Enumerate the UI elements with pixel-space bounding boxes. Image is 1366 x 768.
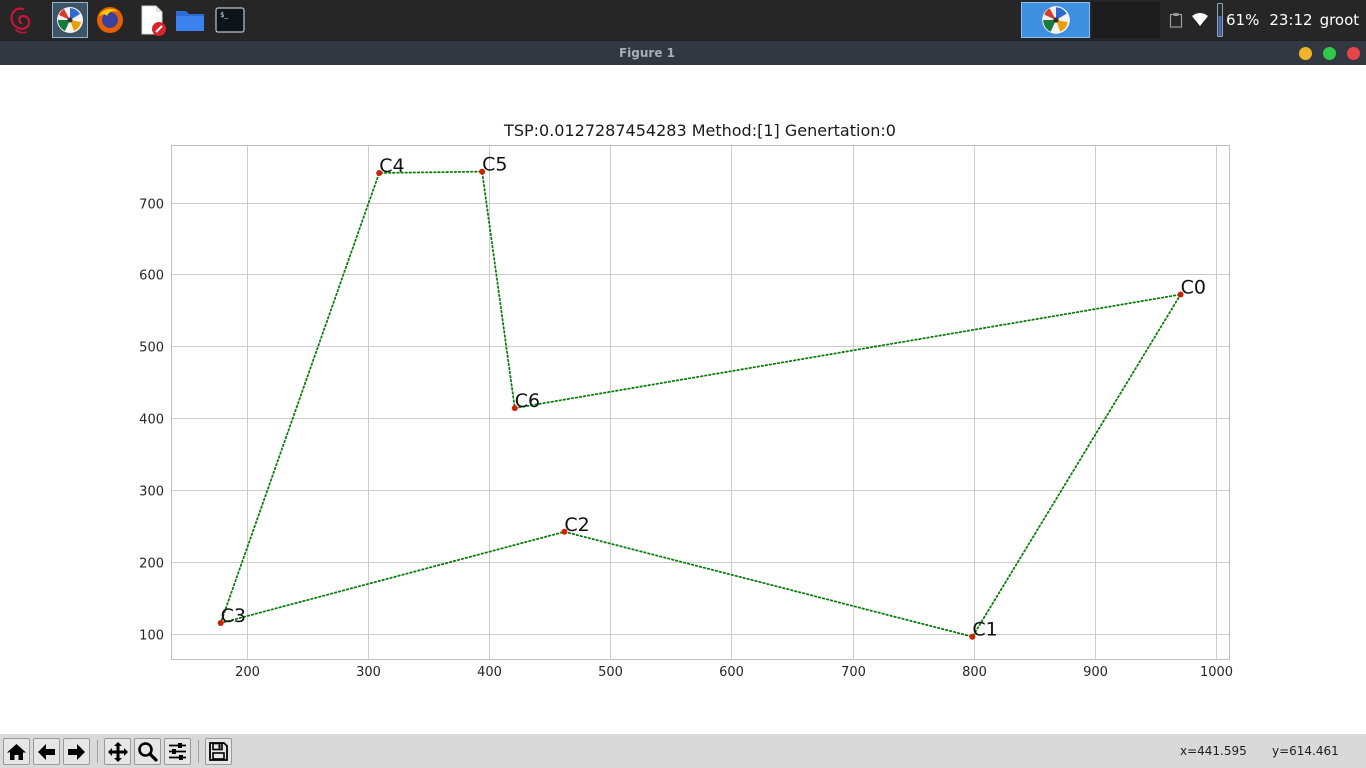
y-tick-label: 400	[139, 413, 164, 428]
close-button[interactable]	[1347, 47, 1360, 60]
y-tick-label: 200	[139, 557, 164, 572]
battery-percent: 61%	[1226, 11, 1260, 29]
back-arrow-icon[interactable]	[33, 738, 60, 765]
window-title: Figure 1	[618, 46, 676, 60]
user-name[interactable]: groot	[1320, 11, 1360, 29]
maximize-button[interactable]	[1323, 47, 1336, 60]
x-tick-label: 800	[962, 665, 987, 680]
y-tick-label: 100	[139, 629, 164, 644]
city-label-c2: C2	[564, 514, 589, 536]
city-label-c6: C6	[515, 390, 540, 412]
debian-menu-icon[interactable]	[4, 2, 38, 38]
navigation-toolbar: x=441.595 y=614.461	[0, 734, 1366, 768]
city-label-c1: C1	[972, 619, 997, 641]
forward-arrow-icon[interactable]	[63, 738, 90, 765]
wifi-icon[interactable]	[1189, 2, 1211, 38]
x-tick-label: 1000	[1200, 665, 1233, 680]
city-label-c0: C0	[1181, 277, 1206, 299]
save-icon[interactable]	[205, 738, 232, 765]
chart-title: TSP:0.0127287454283 Method:[1] Genertati…	[503, 121, 896, 140]
x-tick-label: 500	[598, 665, 623, 680]
toolbar-separator	[97, 740, 98, 763]
x-tick-label: 300	[356, 665, 381, 680]
y-tick-label: 600	[139, 269, 164, 284]
firefox-icon[interactable]	[92, 2, 128, 38]
y-tick-label: 300	[139, 485, 164, 500]
y-tick-label: 500	[139, 341, 164, 356]
home-icon[interactable]	[3, 738, 30, 765]
tsp-route-chart[interactable]: 200 300 400 500 600 700 800 900 1000 100 200 300 400…	[0, 65, 1366, 734]
city-label-c4: C4	[379, 155, 404, 177]
x-tick-label: 900	[1083, 665, 1108, 680]
taskbar: $_ 61% 23:12 groot	[0, 0, 1366, 40]
x-tick-label: 600	[719, 665, 744, 680]
city-label-c5: C5	[482, 154, 507, 176]
python-figure-icon[interactable]	[52, 2, 88, 38]
terminal-icon[interactable]: $_	[212, 2, 248, 38]
text-editor-icon[interactable]	[134, 2, 170, 38]
x-tick-label: 400	[477, 665, 502, 680]
active-task-python-figure[interactable]	[1021, 2, 1090, 38]
y-tick-label: 700	[139, 198, 164, 213]
clipboard-icon[interactable]	[1166, 2, 1186, 38]
cursor-x-readout: x=441.595	[1180, 744, 1247, 758]
plot-area-frame	[171, 145, 1230, 660]
tsp-route-line	[219, 170, 1182, 638]
cursor-y-readout: y=614.461	[1272, 744, 1339, 758]
empty-task-slot[interactable]	[1092, 2, 1160, 38]
x-tick-label: 200	[235, 665, 260, 680]
figure-canvas[interactable]: 200 300 400 500 600 700 800 900 1000 100 200 300 400…	[0, 65, 1366, 734]
toolbar-separator	[198, 740, 199, 763]
zoom-icon[interactable]	[134, 738, 161, 765]
x-tick-label: 700	[841, 665, 866, 680]
city-label-c3: C3	[221, 605, 246, 627]
pan-icon[interactable]	[104, 738, 131, 765]
window-titlebar[interactable]: Figure 1	[0, 40, 1366, 65]
svg-text:$_: $_	[220, 11, 228, 19]
minimize-button[interactable]	[1299, 47, 1312, 60]
file-manager-icon[interactable]	[172, 2, 208, 38]
clock[interactable]: 23:12	[1269, 11, 1312, 29]
battery-icon	[1216, 2, 1224, 38]
subplots-config-icon[interactable]	[164, 738, 191, 765]
